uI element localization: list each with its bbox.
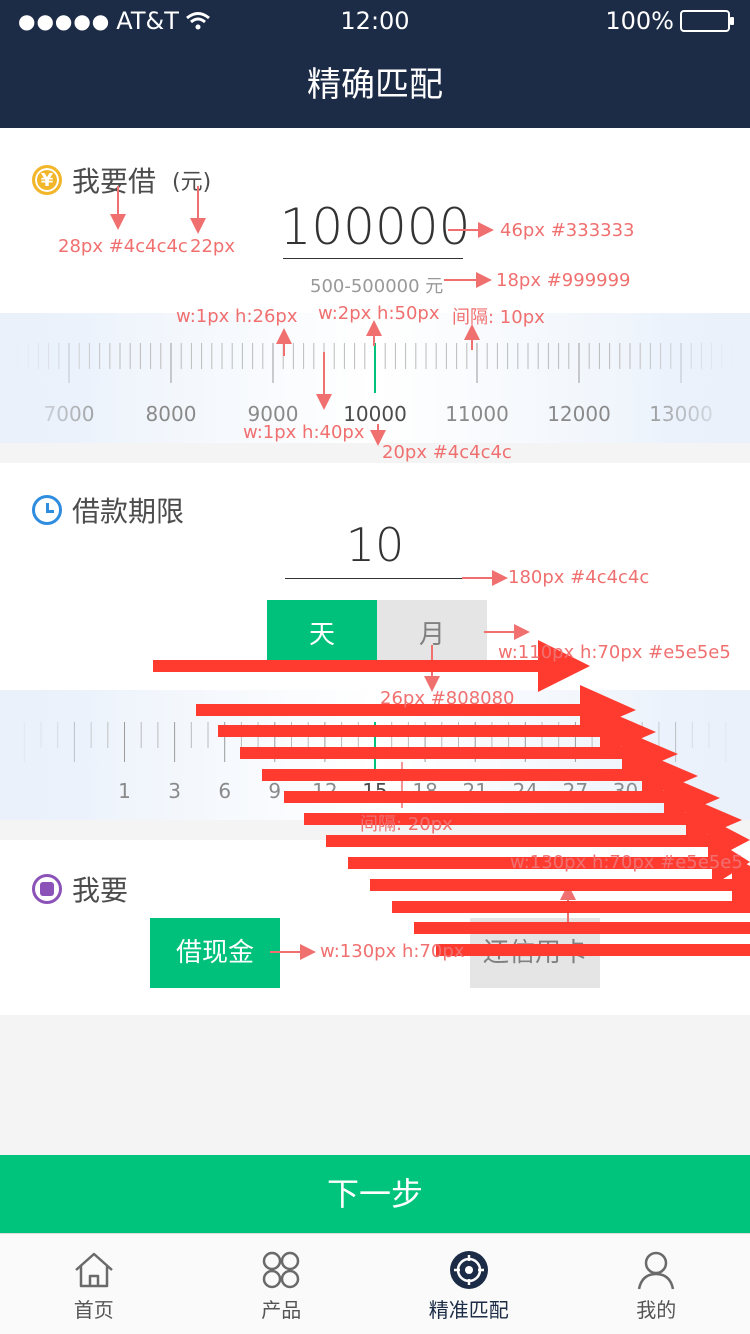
ruler-label: 30 [613, 779, 638, 803]
tab-products[interactable]: 产品 [188, 1234, 376, 1334]
tab-home-label: 首页 [73, 1298, 114, 1322]
battery-icon [680, 10, 734, 32]
ruler-label: 10000 [343, 402, 407, 426]
amount-label: 我要借 [72, 165, 157, 198]
ruler-label: 18 [412, 779, 437, 803]
cash-loan-button[interactable]: 借现金 [150, 918, 280, 988]
status-bar: ●●●●● AT&T 12:00 100% [0, 0, 750, 42]
purpose-heading: 我要 [32, 869, 128, 909]
amount-section: ¥ 我要借 (元) 100000 500-500000 元 7000 8000 90… [0, 128, 750, 443]
purpose-label: 我要 [72, 874, 129, 907]
ruler-label: 24 [513, 779, 538, 803]
ruler-label: 6 [218, 779, 231, 803]
ruler-label: 8000 [146, 402, 197, 426]
user-icon [638, 1251, 675, 1290]
term-value[interactable]: 10 [0, 518, 750, 572]
ruler-label: 7000 [44, 402, 95, 426]
unit-month-button[interactable]: 月 [377, 600, 487, 670]
home-icon [74, 1252, 113, 1288]
hexagon-icon [32, 874, 62, 904]
battery-label: 100% [605, 7, 674, 35]
term-ruler[interactable]: 1 3 6 9 12 15 18 21 24 27 30 [0, 690, 750, 820]
unit-day-button[interactable]: 天 [267, 600, 377, 670]
amount-ruler-svg: 7000 8000 9000 10000 11000 12000 13000 [7, 343, 743, 426]
ruler-label: 11000 [445, 402, 509, 426]
tab-bar: 首页 产品 精准匹配 我的 [0, 1233, 750, 1334]
anno-ruler-label: 20px #4c4c4c [382, 442, 512, 463]
ruler-label: 13000 [649, 402, 713, 426]
tab-products-label: 产品 [261, 1298, 302, 1322]
amount-underline [283, 258, 463, 259]
target-icon [449, 1251, 488, 1289]
tab-mine-label: 我的 [636, 1298, 677, 1322]
tab-match[interactable]: 精准匹配 [375, 1234, 563, 1334]
next-button[interactable]: 下一步 [0, 1155, 750, 1233]
ruler-label: 15 [362, 779, 387, 803]
ruler-label: 27 [563, 779, 588, 803]
amount-unit: (元) [172, 170, 212, 195]
ruler-label: 12000 [547, 402, 611, 426]
products-icon [263, 1251, 300, 1289]
tab-mine[interactable]: 我的 [563, 1234, 750, 1334]
ruler-label: 1 [118, 779, 131, 803]
ruler-label: 3 [168, 779, 181, 803]
repay-card-button[interactable]: 还信用卡 [470, 918, 600, 988]
amount-heading: ¥ 我要借 (元) [32, 160, 211, 200]
yen-icon: ¥ [32, 165, 62, 195]
tab-home[interactable]: 首页 [0, 1234, 188, 1334]
purpose-section: 我要 借现金 还信用卡 [0, 840, 750, 1015]
amount-range: 500-500000 元 [310, 276, 444, 297]
page-title: 精确匹配 [0, 42, 750, 128]
tab-match-label: 精准匹配 [428, 1298, 509, 1322]
term-section: 借款期限 10 天 月 1 3 6 9 12 15 18 21 24 27 30 [0, 463, 750, 820]
battery: 100% [605, 7, 734, 35]
ruler-label: 9 [268, 779, 281, 803]
amount-value[interactable]: 100000 [0, 198, 750, 256]
ruler-label: 9000 [248, 402, 299, 426]
term-underline [285, 578, 465, 579]
term-ruler-svg: 1 3 6 9 12 15 18 21 24 27 30 [7, 722, 743, 803]
amount-ruler[interactable]: 7000 8000 9000 10000 11000 12000 13000 [0, 313, 750, 443]
ruler-label: 21 [462, 779, 487, 803]
ruler-label: 12 [312, 779, 337, 803]
